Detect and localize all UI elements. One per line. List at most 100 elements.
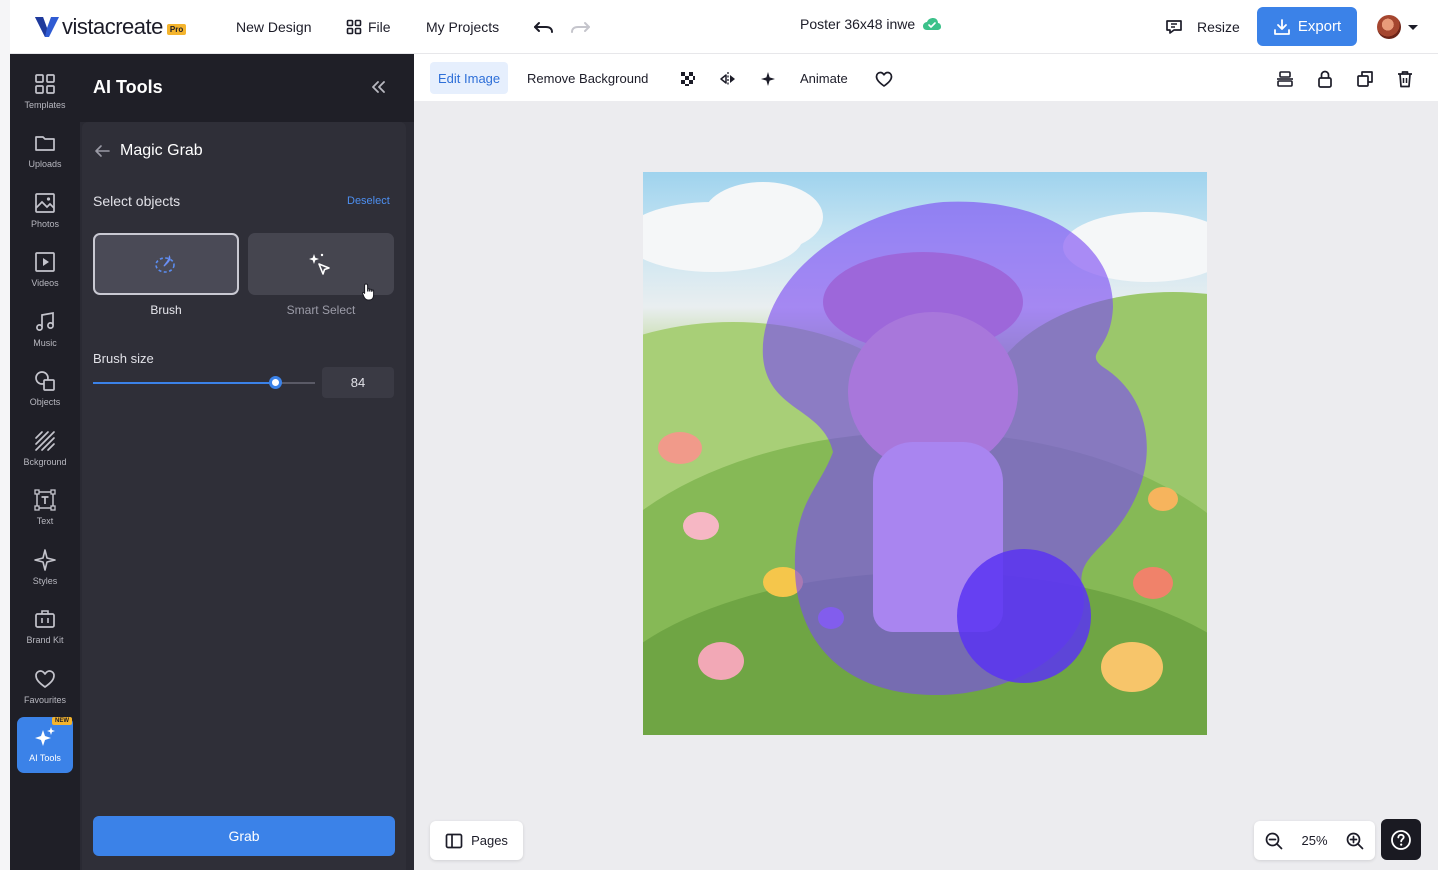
help-button[interactable] <box>1381 819 1421 860</box>
brush-selection-overlay <box>762 201 1147 696</box>
rail-label: Photos <box>30 219 60 229</box>
smart-select-option-label: Smart Select <box>286 303 356 317</box>
remove-background-label: Remove Background <box>527 70 649 86</box>
app-window: vistacreate Pro New Design File My Proje… <box>0 0 1438 870</box>
checkerboard-icon <box>681 72 695 86</box>
edit-image-button[interactable]: Edit Image <box>430 62 509 94</box>
redo-button[interactable] <box>569 16 591 38</box>
export-button[interactable]: Export <box>1257 7 1357 46</box>
rail-item-background[interactable]: Bckground <box>10 425 80 481</box>
rail-item-uploads[interactable]: Uploads <box>10 127 80 183</box>
rail-item-styles[interactable]: Styles <box>10 544 80 600</box>
music-icon <box>36 311 54 331</box>
pages-button[interactable]: Pages <box>430 821 523 860</box>
sparkle-effects-icon <box>761 72 775 86</box>
my-projects-button[interactable]: My Projects <box>426 16 499 38</box>
magic-grab-card: Magic Grab Select objects Deselect Brush… <box>82 122 406 870</box>
resize-label: Resize <box>1197 19 1240 35</box>
left-rail: Templates Uploads Photos Videos Music Ob… <box>10 54 80 870</box>
remove-background-button[interactable]: Remove Background <box>527 62 648 94</box>
zoom-in-icon[interactable] <box>1346 832 1364 850</box>
pages-panel-icon <box>445 833 463 848</box>
grab-button[interactable]: Grab <box>93 816 395 856</box>
file-menu-button[interactable]: File <box>346 16 391 38</box>
rail-label: Templates <box>24 100 66 110</box>
transparency-button[interactable] <box>679 70 697 88</box>
rail-label: Videos <box>31 278 59 288</box>
shapes-icon <box>35 371 55 391</box>
rail-label: Favourites <box>23 695 67 705</box>
undo-icon <box>534 22 553 33</box>
rail-item-photos[interactable]: Photos <box>10 187 80 243</box>
panel-title: AI Tools <box>93 77 163 97</box>
background-icon <box>35 431 55 451</box>
rail-item-objects[interactable]: Objects <box>10 365 80 421</box>
rail-item-favourites[interactable]: Favourites <box>10 663 80 719</box>
duplicate-button[interactable] <box>1356 70 1374 88</box>
double-chevron-left-icon <box>372 81 385 93</box>
align-icon <box>1277 71 1293 87</box>
pro-badge: Pro <box>166 23 187 35</box>
duplicate-icon <box>1357 71 1373 87</box>
rail-item-templates[interactable]: Templates <box>10 68 80 124</box>
undo-button[interactable] <box>533 16 555 38</box>
redo-icon <box>571 22 590 33</box>
new-badge: NEW <box>52 717 72 725</box>
pages-label: Pages <box>471 833 508 848</box>
rail-item-music[interactable]: Music <box>10 306 80 362</box>
rail-label: Brand Kit <box>26 635 64 645</box>
file-label: File <box>368 19 391 35</box>
deselect-link[interactable]: Deselect <box>347 195 390 207</box>
brush-option-label: Brush <box>150 303 182 317</box>
folder-icon <box>35 136 55 151</box>
cloud-saved-icon <box>923 18 942 30</box>
vistacreate-logo[interactable]: vistacreate Pro <box>34 14 187 40</box>
flip-icon <box>720 72 735 86</box>
grid-menu-icon <box>346 19 362 35</box>
help-icon <box>1391 829 1411 850</box>
rail-item-brand-kit[interactable]: Brand Kit <box>10 603 80 659</box>
collapse-panel-button[interactable] <box>370 80 386 99</box>
text-icon <box>34 489 56 511</box>
window-edge <box>0 0 10 870</box>
flip-button[interactable] <box>719 70 737 88</box>
rail-label: Bckground <box>23 457 67 467</box>
favourite-button[interactable] <box>875 70 893 88</box>
account-caret-icon[interactable] <box>1408 25 1418 30</box>
animate-label: Animate <box>800 70 848 86</box>
align-button[interactable] <box>1276 70 1294 88</box>
brush-option[interactable] <box>93 233 239 295</box>
rail-item-ai-tools[interactable]: NEW AI Tools <box>17 717 73 773</box>
zoom-level[interactable]: 25% <box>1301 833 1327 848</box>
heart-icon <box>35 670 55 688</box>
user-avatar[interactable] <box>1377 15 1401 39</box>
brush-size-slider-fill <box>93 382 276 384</box>
magic-grab-title: Magic Grab <box>120 142 203 159</box>
delete-button[interactable] <box>1396 70 1414 88</box>
resize-button[interactable]: Resize <box>1165 16 1240 38</box>
my-projects-label: My Projects <box>426 19 500 35</box>
brush-select-icon <box>155 255 175 273</box>
back-arrow-icon[interactable] <box>94 144 110 158</box>
rail-item-videos[interactable]: Videos <box>10 246 80 302</box>
canvas-workspace: Pages 25% <box>414 102 1438 870</box>
animate-button[interactable]: Animate <box>800 62 848 94</box>
brush-size-slider-thumb[interactable] <box>269 376 283 389</box>
panel-header: AI Tools <box>80 54 414 122</box>
export-label: Export <box>1297 18 1342 35</box>
heart-outline-icon <box>875 71 893 87</box>
image-toolbar: Edit Image Remove Background Animate <box>414 54 1438 102</box>
document-title[interactable]: Poster 36x48 inwe <box>800 16 942 32</box>
video-icon <box>35 252 55 272</box>
logo-text: vistacreate <box>62 14 163 39</box>
new-design-button[interactable]: New Design <box>236 16 311 38</box>
effects-button[interactable] <box>759 70 777 88</box>
select-objects-label: Select objects <box>93 193 181 209</box>
brush-size-input[interactable]: 84 <box>322 367 394 398</box>
zoom-out-icon[interactable] <box>1265 832 1283 850</box>
brush-size-slider[interactable] <box>93 376 315 389</box>
poster-artboard[interactable] <box>643 172 1207 735</box>
edit-image-label: Edit Image <box>438 70 501 86</box>
rail-item-text[interactable]: Text <box>10 484 80 540</box>
lock-button[interactable] <box>1316 70 1334 88</box>
